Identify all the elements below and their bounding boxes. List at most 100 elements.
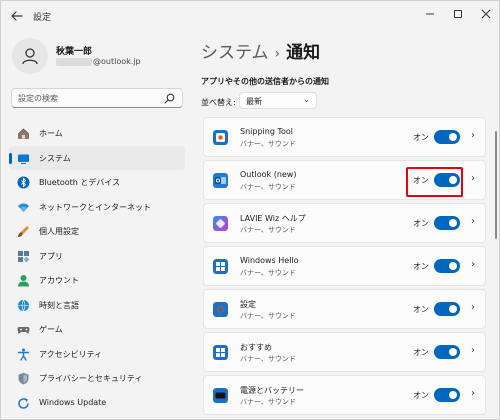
account-icon [18, 275, 29, 287]
sidebar-item-network[interactable]: ネットワークとインターネット [9, 195, 185, 220]
chevron-right-icon[interactable]: › [471, 216, 475, 227]
sidebar-item-label: Windows Update [39, 397, 107, 407]
lavie-wiz-icon [213, 216, 228, 231]
app-notification-type: バナー、サウンド [240, 269, 296, 277]
sidebar-item-label: アカウント [39, 276, 79, 285]
sidebar-item-label: 時刻と言語 [39, 300, 79, 310]
power-battery-icon [213, 388, 228, 403]
app-notification-type: バナー、サウンド [240, 140, 296, 148]
section-title: アプリやその他の送信者からの通知 [201, 77, 329, 86]
accessibility-icon [17, 348, 30, 361]
sidebar-item-home[interactable]: ホーム [9, 121, 185, 146]
search-input[interactable] [18, 92, 158, 105]
sidebar-item-label: アクセシビリティ [39, 349, 103, 359]
sidebar-item-apps[interactable]: アプリ [9, 244, 185, 269]
sidebar-item-label: 個人用設定 [39, 227, 79, 236]
system-icon [18, 154, 29, 164]
chevron-right-icon[interactable]: › [471, 173, 475, 184]
chevron-right-icon[interactable]: › [471, 388, 475, 399]
gaming-icon [17, 327, 30, 334]
app-notification-type: バナー、サウンド [240, 355, 296, 363]
app-row-settings[interactable]: 設定 バナー、サウンド オン › [203, 289, 486, 329]
app-row-windows-hello[interactable]: Windows Hello バナー、サウンド オン › [203, 246, 486, 286]
notification-toggle[interactable] [434, 259, 460, 273]
sidebar-item-gaming[interactable]: ゲーム [9, 317, 185, 342]
sidebar-nav: ホーム システム Bluetooth とデバイス ネットワークとインターネット [9, 121, 185, 415]
app-notification-type: バナー、サウンド [240, 226, 296, 234]
sidebar-item-label: Bluetooth とデバイス [39, 178, 121, 187]
sidebar-item-bluetooth[interactable]: Bluetooth とデバイス [9, 170, 185, 195]
sidebar-item-privacy[interactable]: プライバシーとセキュリティ [9, 366, 185, 391]
chevron-right-icon[interactable]: › [471, 130, 475, 141]
app-notification-type: バナー、サウンド [240, 312, 296, 320]
chevron-right-icon[interactable]: › [471, 302, 475, 313]
back-arrow-icon[interactable] [7, 7, 27, 25]
notification-toggle[interactable] [434, 388, 460, 402]
sidebar-item-account[interactable]: アカウント [9, 268, 185, 293]
app-name: Windows Hello [240, 256, 299, 265]
app-name: おすすめ [240, 343, 272, 352]
app-row-lavie-wiz[interactable]: LAVIE Wiz ヘルプ バナー、サウンド オン › [203, 203, 486, 243]
sort-dropdown[interactable]: 最新 ⌄ [239, 92, 317, 109]
scrollbar[interactable] [495, 131, 497, 239]
notification-toggle[interactable] [434, 216, 460, 230]
sidebar-item-label: ホーム [39, 129, 63, 138]
chevron-down-icon: ⌄ [303, 95, 310, 104]
sidebar-item-label: ネットワークとインターネット [39, 202, 151, 212]
outlook-icon [213, 173, 228, 188]
app-name: 電源とバッテリー [240, 386, 304, 395]
toggle-state-label: オン [413, 391, 429, 400]
app-name: Snipping Tool [240, 127, 293, 136]
search-icon[interactable] [164, 93, 175, 104]
user-name: 秋葉一郎 [56, 47, 93, 57]
app-row-power-battery[interactable]: 電源とバッテリー バナー、サウンド オン › [203, 375, 486, 415]
bluetooth-icon [17, 176, 30, 189]
maximize-icon[interactable] [443, 3, 473, 25]
person-icon [22, 48, 38, 65]
active-indicator [9, 152, 12, 164]
close-icon[interactable] [471, 3, 499, 25]
sidebar-item-system[interactable]: システム [9, 145, 185, 170]
chevron-right-icon[interactable]: › [471, 259, 475, 270]
home-icon [18, 128, 29, 139]
notification-toggle[interactable] [434, 345, 460, 359]
chevron-right-icon[interactable]: › [471, 345, 475, 356]
suggestions-icon [213, 345, 228, 360]
windows-update-icon [18, 397, 29, 409]
privacy-icon [18, 372, 29, 385]
network-icon [18, 203, 29, 212]
time-language-icon [18, 299, 29, 311]
app-name: 設定 [240, 300, 256, 309]
sidebar-item-label: ゲーム [39, 325, 63, 334]
user-email: @outlook.jp [93, 57, 141, 66]
breadcrumb-parent[interactable]: システム [201, 43, 269, 63]
app-row-suggestions[interactable]: おすすめ バナー、サウンド オン › [203, 332, 486, 372]
app-notification-type: バナー、サウンド [240, 183, 296, 191]
snipping-tool-icon [213, 130, 228, 145]
sidebar-item-windows-update[interactable]: Windows Update [9, 391, 185, 416]
notification-toggle[interactable] [434, 130, 460, 144]
toggle-state-label: オン [413, 305, 429, 314]
toggle-state-label: オン [413, 219, 429, 228]
highlight-annotation [406, 167, 463, 197]
sidebar-item-time-language[interactable]: 時刻と言語 [9, 293, 185, 318]
app-notification-type: バナー、サウンド [240, 398, 296, 406]
personalization-icon [18, 226, 29, 237]
breadcrumb-separator: › [274, 46, 281, 62]
settings-window: 設定 秋葉一郎 @outlook.jp ホーム [0, 0, 500, 420]
sidebar-item-personalization[interactable]: 個人用設定 [9, 219, 185, 244]
breadcrumb: システム › 通知 [201, 38, 320, 63]
toggle-state-label: オン [413, 348, 429, 357]
sidebar-item-accessibility[interactable]: アクセシビリティ [9, 342, 185, 367]
windows-hello-icon [213, 259, 228, 274]
minimize-icon[interactable] [415, 3, 445, 25]
app-row-snipping-tool[interactable]: Snipping Tool バナー、サウンド オン › [203, 117, 486, 157]
notification-toggle[interactable] [434, 302, 460, 316]
sidebar-item-label: プライバシーとセキュリティ [39, 374, 143, 383]
page-title: 通知 [286, 43, 321, 63]
sort-value: 最新 [246, 97, 262, 106]
app-title: 設定 [33, 13, 52, 23]
avatar[interactable] [12, 38, 48, 74]
search-box[interactable] [11, 88, 183, 108]
toggle-state-label: オン [413, 133, 429, 142]
